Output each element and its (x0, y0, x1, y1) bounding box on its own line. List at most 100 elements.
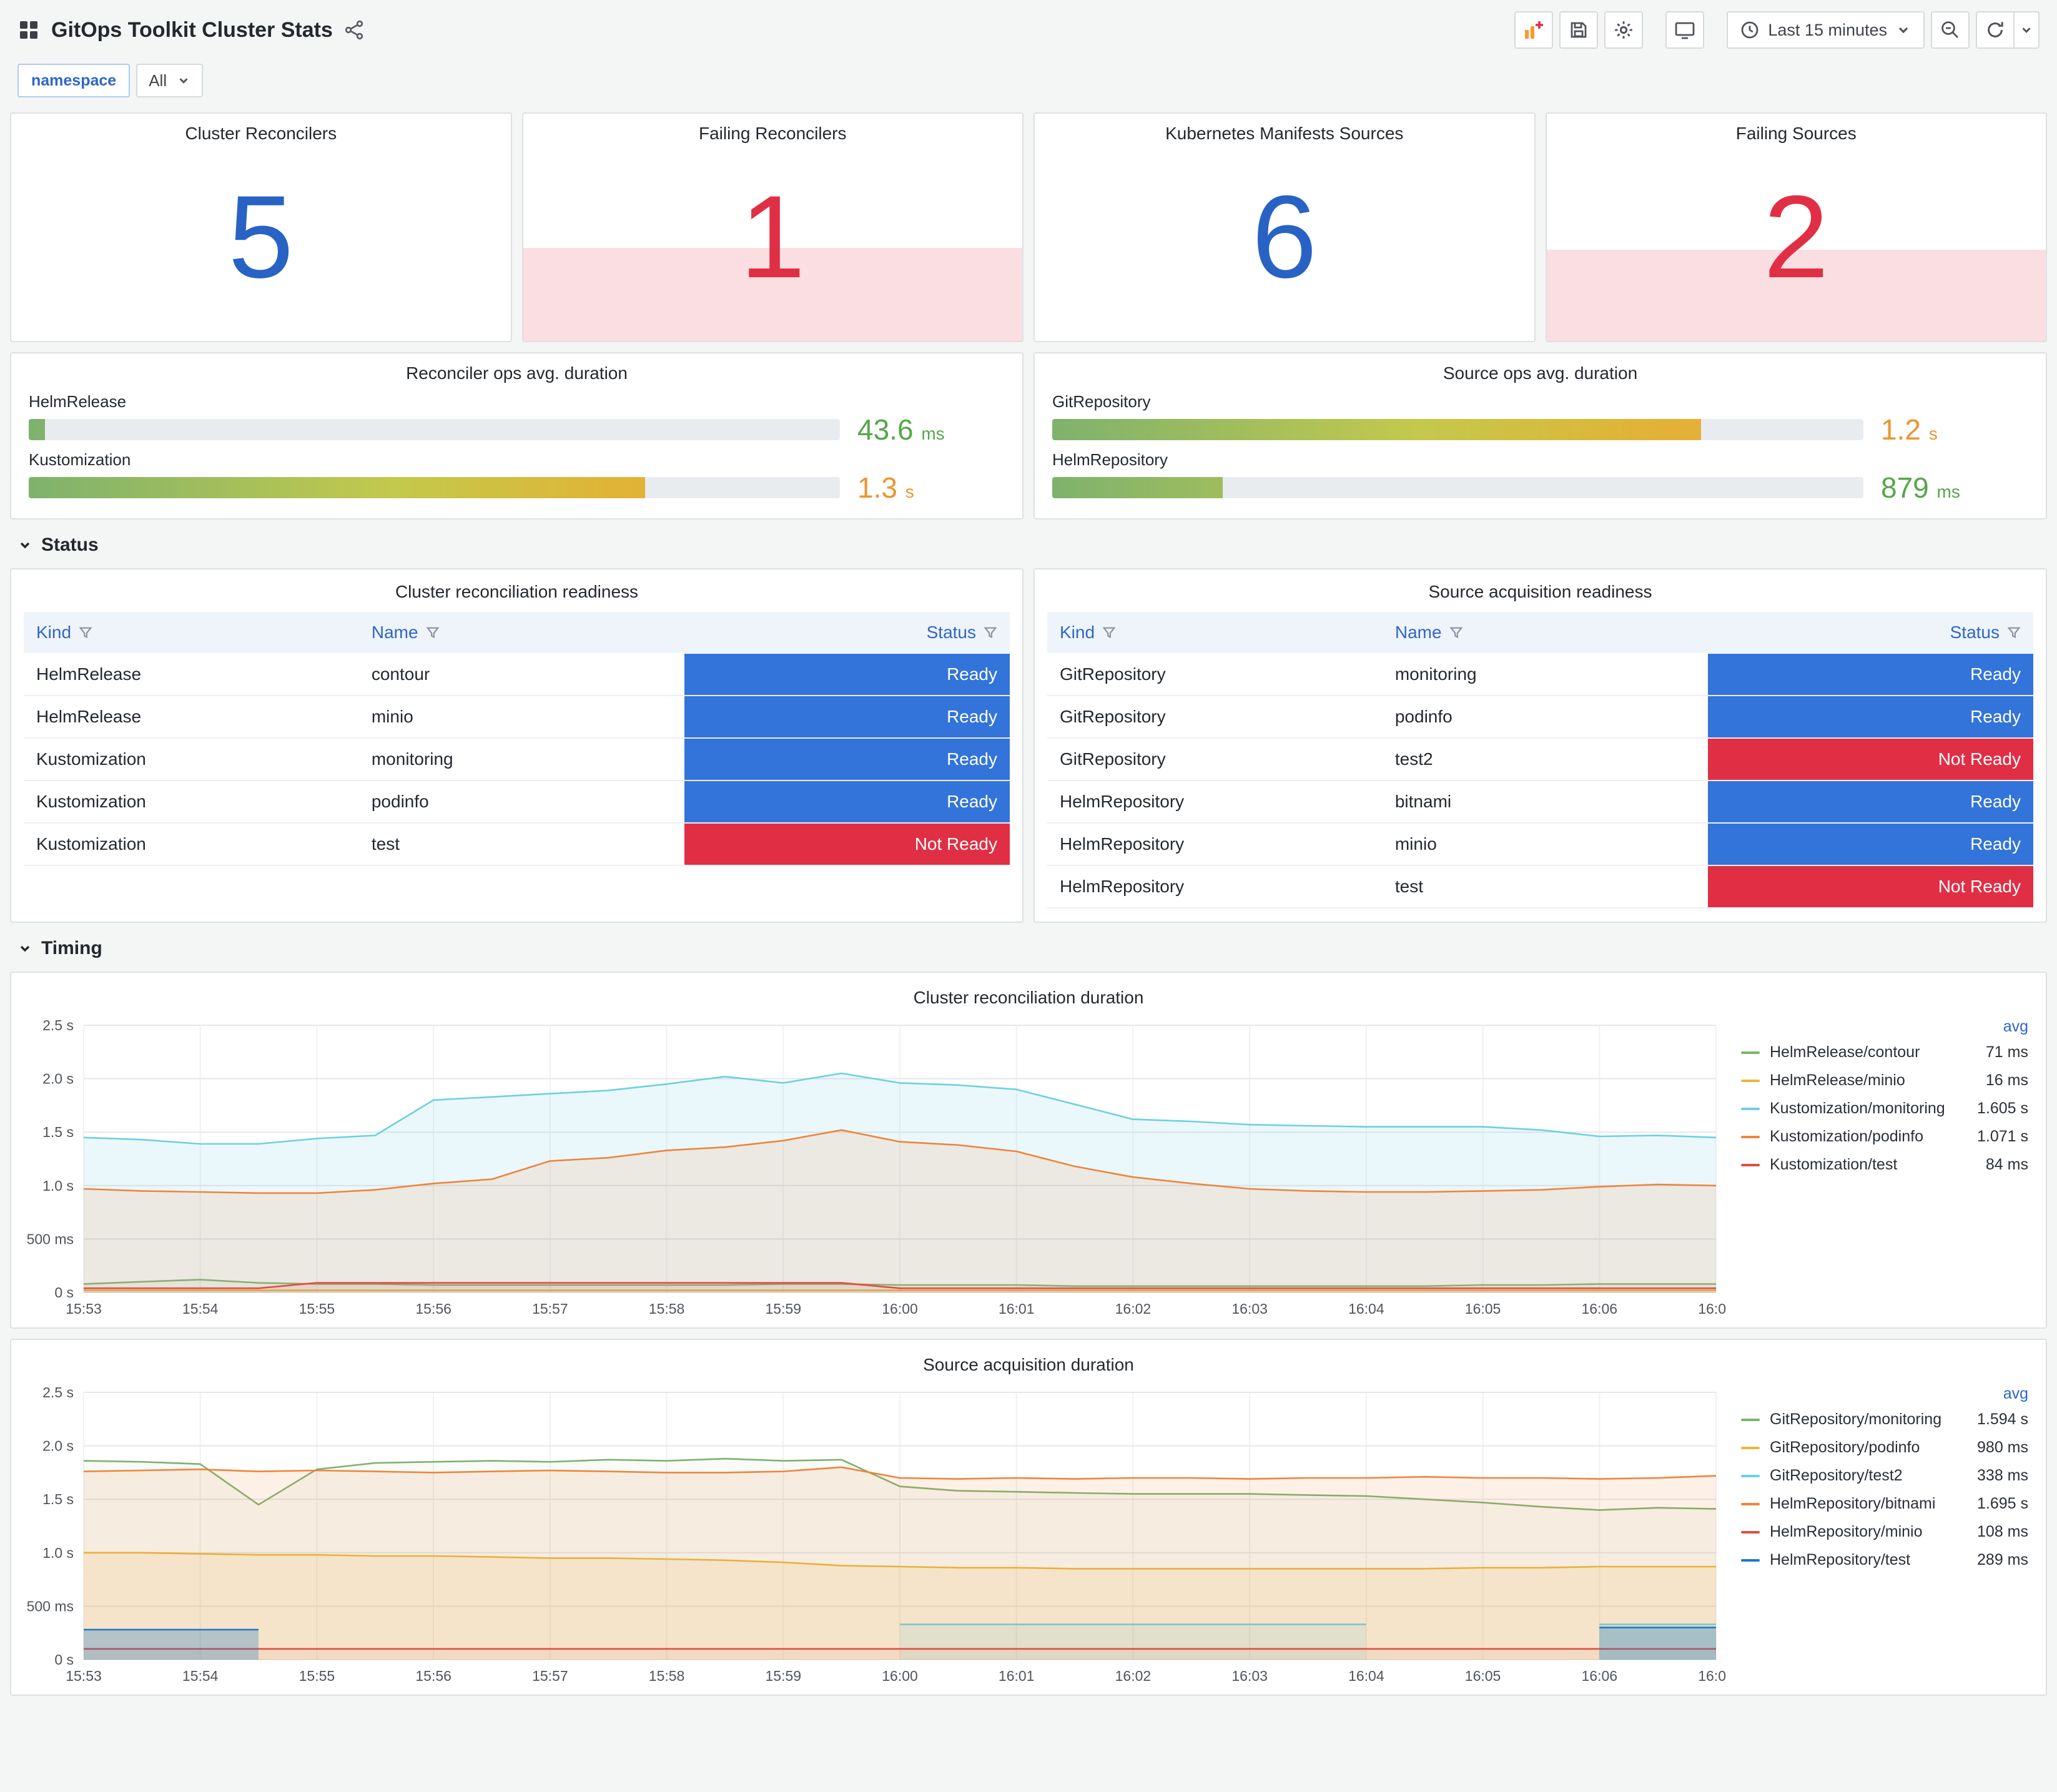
series-name[interactable]: Kustomization/monitoring (1770, 1100, 1967, 1118)
legend-item[interactable]: HelmRepository/test 289 ms (1741, 1551, 2028, 1569)
legend-item[interactable]: HelmRepository/minio 108 ms (1741, 1523, 2028, 1541)
series-name[interactable]: HelmRepository/test (1770, 1551, 1967, 1569)
cell-name: monitoring (1382, 653, 1708, 696)
column-header-kind[interactable]: Kind (1047, 612, 1383, 653)
cell-kind: GitRepository (1047, 696, 1383, 739)
cell-name: podinfo (358, 780, 684, 824)
series-name[interactable]: HelmRepository/minio (1770, 1523, 1967, 1541)
svg-text:15:58: 15:58 (649, 1301, 685, 1317)
legend-item[interactable]: GitRepository/monitoring 1.594 s (1741, 1410, 2028, 1429)
cell-kind: Kustomization (24, 823, 359, 866)
series-name[interactable]: HelmRepository/bitnami (1770, 1495, 1967, 1513)
svg-text:16:01: 16:01 (999, 1301, 1035, 1317)
svg-text:16:04: 16:04 (1348, 1301, 1384, 1317)
svg-text:1.5 s: 1.5 s (42, 1124, 74, 1140)
panel-source-acquisition-readiness: Source acquisition readiness Kind Name Sta… (1033, 568, 2047, 923)
column-header-name[interactable]: Name (1382, 612, 1708, 653)
gauge-value: 1.2 s (1881, 413, 1938, 446)
stat-panel-kubernetes-manifests-sources: Kubernetes Manifests Sources 6 (1033, 112, 1536, 342)
time-range-picker[interactable]: Last 15 minutes (1727, 11, 1925, 49)
section-header-status[interactable]: Status (0, 529, 2057, 568)
tv-mode-button[interactable] (1665, 11, 1705, 49)
table-header-row: Kind Name Status (24, 612, 1010, 653)
svg-text:16:00: 16:00 (882, 1301, 918, 1317)
svg-text:15:56: 15:56 (415, 1301, 451, 1317)
series-name[interactable]: GitRepository/podinfo (1770, 1439, 1967, 1457)
gauge-value: 1.3 s (857, 471, 914, 504)
legend-sort-avg[interactable]: avg (1741, 1385, 2028, 1403)
time-series-plot[interactable]: 15:53 15:54 15:55 15:56 15:57 15:58 15:59 16:00… (19, 1010, 1734, 1325)
series-avg-value: 1.605 s (1976, 1100, 2028, 1117)
column-header-kind[interactable]: Kind (24, 612, 359, 653)
gauge-track (1052, 477, 1863, 498)
chart-legend: avg HelmRelease/contour 71 ms HelmRelease/m… (1726, 1010, 2038, 1184)
svg-text:15:56: 15:56 (415, 1668, 451, 1684)
filter-icon[interactable] (79, 626, 92, 639)
series-color-dash (1741, 1163, 1760, 1166)
status-badge: Ready (1707, 653, 2033, 695)
column-header-status[interactable]: Status (684, 612, 1010, 653)
legend-item[interactable]: GitRepository/podinfo 980 ms (1741, 1439, 2028, 1457)
cell-kind: GitRepository (1047, 653, 1383, 696)
legend-item[interactable]: Kustomization/podinfo 1.071 s (1741, 1128, 2028, 1146)
gauge-track (29, 419, 840, 440)
tables-row: Cluster reconciliation readiness Kind Nam… (0, 568, 2057, 923)
gauge-kustomization: Kustomization 1.3 s (29, 450, 1005, 502)
series-color-dash (1741, 1418, 1760, 1421)
filter-icon[interactable] (1102, 626, 1116, 639)
clock-icon (1741, 21, 1759, 39)
namespace-variable-label[interactable]: namespace (17, 64, 131, 97)
svg-text:15:55: 15:55 (299, 1301, 335, 1317)
stat-value: 1 (739, 170, 806, 302)
legend-item[interactable]: Kustomization/test 84 ms (1741, 1156, 2028, 1174)
legend-item[interactable]: GitRepository/test2 338 ms (1741, 1467, 2028, 1485)
series-color-dash (1741, 1502, 1760, 1505)
legend-item[interactable]: Kustomization/monitoring 1.605 s (1741, 1100, 2028, 1118)
legend-item[interactable]: HelmRelease/contour 71 ms (1741, 1043, 2028, 1061)
legend-item[interactable]: HelmRelease/minio 16 ms (1741, 1071, 2028, 1090)
series-name[interactable]: Kustomization/test (1770, 1156, 1976, 1174)
svg-text:15:57: 15:57 (532, 1301, 568, 1317)
svg-text:500 ms: 500 ms (27, 1598, 74, 1614)
namespace-selected-value: All (149, 71, 167, 90)
legend-sort-avg[interactable]: avg (1741, 1018, 2028, 1036)
column-header-label: Status (1950, 623, 2000, 642)
readiness-table: Kind Name Status HelmRelease contour Ready He… (24, 612, 1010, 866)
series-avg-value: 289 ms (1977, 1551, 2028, 1568)
filter-icon[interactable] (426, 626, 440, 639)
save-dashboard-button[interactable] (1559, 11, 1599, 49)
cell-name: test2 (1382, 738, 1708, 781)
time-series-canvas[interactable]: 15:53 15:54 15:55 15:56 15:57 15:58 15:59 16:00… (19, 1010, 1734, 1325)
filter-icon[interactable] (2007, 626, 2021, 639)
series-name[interactable]: GitRepository/monitoring (1770, 1410, 1967, 1429)
column-header-name[interactable]: Name (358, 612, 684, 653)
series-name[interactable]: HelmRelease/contour (1770, 1043, 1976, 1061)
share-icon[interactable] (344, 20, 364, 40)
namespace-variable-select[interactable]: All (136, 64, 204, 97)
series-name[interactable]: GitRepository/test2 (1770, 1467, 1967, 1485)
time-series-canvas[interactable]: 15:53 15:54 15:55 15:56 15:57 15:58 15:59 16:00… (19, 1377, 1734, 1692)
cell-kind: Kustomization (24, 738, 359, 781)
legend-item[interactable]: HelmRepository/bitnami 1.695 s (1741, 1495, 2028, 1513)
zoom-out-button[interactable] (1931, 11, 1970, 49)
filter-icon[interactable] (1449, 626, 1463, 639)
add-panel-button[interactable] (1514, 11, 1554, 49)
refresh-button[interactable] (1976, 11, 2015, 49)
status-badge: Not Ready (1707, 739, 2033, 780)
section-header-timing[interactable]: Timing (0, 933, 2057, 972)
series-color-dash (1741, 1530, 1760, 1534)
status-badge: Ready (684, 781, 1010, 822)
cell-status: Ready (684, 696, 1010, 739)
apps-grid-icon[interactable] (17, 19, 40, 41)
svg-text:0 s: 0 s (54, 1284, 74, 1301)
column-header-status[interactable]: Status (1707, 612, 2033, 653)
series-name[interactable]: Kustomization/podinfo (1770, 1128, 1967, 1146)
filter-icon[interactable] (984, 626, 997, 639)
svg-text:0 s: 0 s (54, 1652, 74, 1668)
dashboard-settings-button[interactable] (1604, 11, 1644, 49)
dashboard: GitOps Toolkit Cluster Stats Last 15 min… (0, 0, 2057, 1721)
series-name[interactable]: HelmRelease/minio (1770, 1071, 1976, 1090)
panel-title: Source acquisition duration (923, 1355, 1134, 1374)
refresh-interval-dropdown[interactable] (2015, 11, 2040, 49)
time-series-plot[interactable]: 15:53 15:54 15:55 15:56 15:57 15:58 15:59 16:00… (19, 1377, 1734, 1692)
